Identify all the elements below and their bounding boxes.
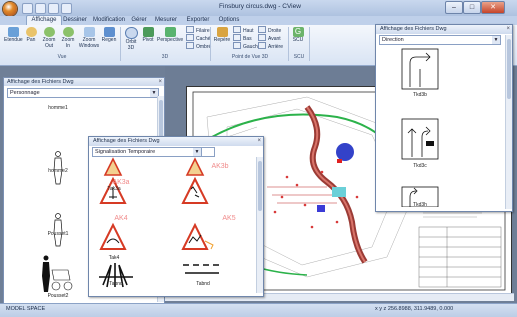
scroll-thumb[interactable] xyxy=(507,39,511,99)
sign-code: AK5 xyxy=(222,215,236,222)
chevron-down-icon[interactable]: ▼ xyxy=(492,36,500,44)
shaded-icon xyxy=(186,42,194,49)
list-item[interactable]: homme1 xyxy=(38,105,78,111)
top-view-icon xyxy=(233,26,241,33)
quick-access-toolbar xyxy=(22,3,72,14)
list-item[interactable]: Tkd3h xyxy=(398,202,442,208)
app-menu-button[interactable] xyxy=(3,2,17,16)
zoom-out-button[interactable]: Zoom Out xyxy=(40,27,58,49)
close-icon[interactable]: × xyxy=(257,137,261,145)
close-icon[interactable]: × xyxy=(506,25,510,33)
pivot-button[interactable]: Pivot xyxy=(141,27,155,44)
list-item[interactable]: Tak3a xyxy=(92,186,136,192)
maximize-button[interactable]: □ xyxy=(463,1,481,14)
ombre-button[interactable]: Ombré xyxy=(186,42,211,51)
list-item[interactable]: homme2 xyxy=(38,168,78,174)
pivot-icon xyxy=(142,27,154,37)
zoom-extents-icon xyxy=(7,27,19,37)
save-icon[interactable] xyxy=(35,3,46,14)
print-icon[interactable] xyxy=(48,3,59,14)
group-label-point-de-vue: Point de Vue 3D xyxy=(231,54,269,60)
sign-code: AK3b xyxy=(211,163,229,170)
axis-icon xyxy=(216,27,228,37)
open-icon[interactable] xyxy=(22,3,33,14)
etendue-button[interactable]: Etendue xyxy=(4,27,23,44)
tab-modification[interactable]: Modification xyxy=(90,16,128,25)
scroll-thumb[interactable] xyxy=(258,161,262,211)
model-space-label[interactable]: MODEL SPACE xyxy=(6,304,45,315)
list-item[interactable]: Pousset1 xyxy=(38,231,78,237)
list-item[interactable]: Tabnd xyxy=(181,281,225,287)
group-label-scu: SCU xyxy=(293,54,305,60)
group-divider xyxy=(120,27,121,61)
back-view-icon xyxy=(258,42,266,49)
group-divider xyxy=(309,27,310,61)
perspective-icon xyxy=(164,27,176,37)
repere-button[interactable]: Repère xyxy=(213,27,231,44)
list-item[interactable]: Pousset2 xyxy=(38,293,78,299)
panel-title: Affichage des Fichiers Dwg xyxy=(4,78,164,86)
perspective-button[interactable]: Perspective xyxy=(157,27,183,44)
group-label-vue: Vue xyxy=(57,54,67,60)
bottom-view-icon xyxy=(233,34,241,41)
window-title: Affichage des Fichiers Dwg xyxy=(89,137,263,146)
arriere-button[interactable]: Arrière xyxy=(258,42,283,51)
hand-icon xyxy=(25,27,37,37)
left-view-icon xyxy=(233,42,241,49)
zoom-windows-button[interactable]: Zoom Windows xyxy=(78,27,100,49)
zoom-in-icon xyxy=(62,27,74,37)
vertical-scrollbar[interactable] xyxy=(505,35,512,209)
chevron-down-icon[interactable]: ▼ xyxy=(193,148,201,156)
tab-mesurer[interactable]: Mesurer xyxy=(150,16,182,25)
group-divider xyxy=(210,27,211,61)
group-label-3d: 3D xyxy=(161,54,169,60)
window-title: Affichage des Fichiers Dwg xyxy=(376,25,512,34)
wireframe-icon xyxy=(186,26,194,33)
tab-dessiner[interactable]: Dessiner xyxy=(60,16,90,25)
regen-button[interactable]: Regen xyxy=(101,27,117,44)
orbit-icon xyxy=(124,27,138,39)
ucs-icon: G xyxy=(292,27,304,37)
category-select[interactable]: Direction ▼ xyxy=(379,35,501,45)
sign-code: AK3a xyxy=(112,179,130,186)
options-button[interactable] xyxy=(201,147,215,157)
window-title: Finsbury circus.dwg - CView xyxy=(219,3,301,10)
group-divider xyxy=(288,27,289,61)
close-icon[interactable]: × xyxy=(158,78,162,86)
minimize-button[interactable]: – xyxy=(445,1,463,14)
orbit-3d-button[interactable]: Orbit 3D xyxy=(123,27,139,51)
close-button[interactable]: ✕ xyxy=(481,1,505,14)
list-item[interactable]: Tak4 xyxy=(92,255,136,261)
zoom-window-icon xyxy=(83,27,95,37)
dropdown-icon[interactable] xyxy=(61,3,72,14)
hidden-icon xyxy=(186,34,194,41)
tab-exporter[interactable]: Exporter xyxy=(182,16,214,25)
list-item[interactable]: Tkd3c xyxy=(398,163,442,169)
tab-options[interactable]: Options xyxy=(214,16,244,25)
sign-code: AK4 xyxy=(114,215,128,222)
direction-window: Affichage des Fichiers Dwg × Direction ▼… xyxy=(375,24,513,212)
category-select[interactable]: Personnage ▼ xyxy=(7,88,159,98)
regen-icon xyxy=(103,27,115,37)
zoom-out-icon xyxy=(43,27,55,37)
front-view-icon xyxy=(258,34,266,41)
sign-thumbnails xyxy=(99,157,219,288)
people-thumbnails xyxy=(42,151,73,292)
list-item[interactable]: Tabnd xyxy=(94,281,138,287)
list-item[interactable]: Tkd3b xyxy=(398,92,442,98)
pan-button[interactable]: Pan xyxy=(24,27,38,44)
gauche-button[interactable]: Gauche xyxy=(233,42,261,51)
zoom-in-button[interactable]: Zoom In xyxy=(60,27,76,49)
coordinates-readout: x y z 256.8988, 311.9489, 0.000 xyxy=(375,306,454,312)
vertical-scrollbar[interactable] xyxy=(256,157,263,293)
right-view-icon xyxy=(258,26,266,33)
signalisation-window: Affichage des Fichiers Dwg × Signalisati… xyxy=(88,136,264,297)
scu-button[interactable]: G SCU xyxy=(291,27,305,44)
tab-gerer[interactable]: Gérer xyxy=(128,16,150,25)
direction-thumbnails xyxy=(401,48,439,207)
category-select[interactable]: Signalisation Temporaire ▼ xyxy=(92,147,202,157)
